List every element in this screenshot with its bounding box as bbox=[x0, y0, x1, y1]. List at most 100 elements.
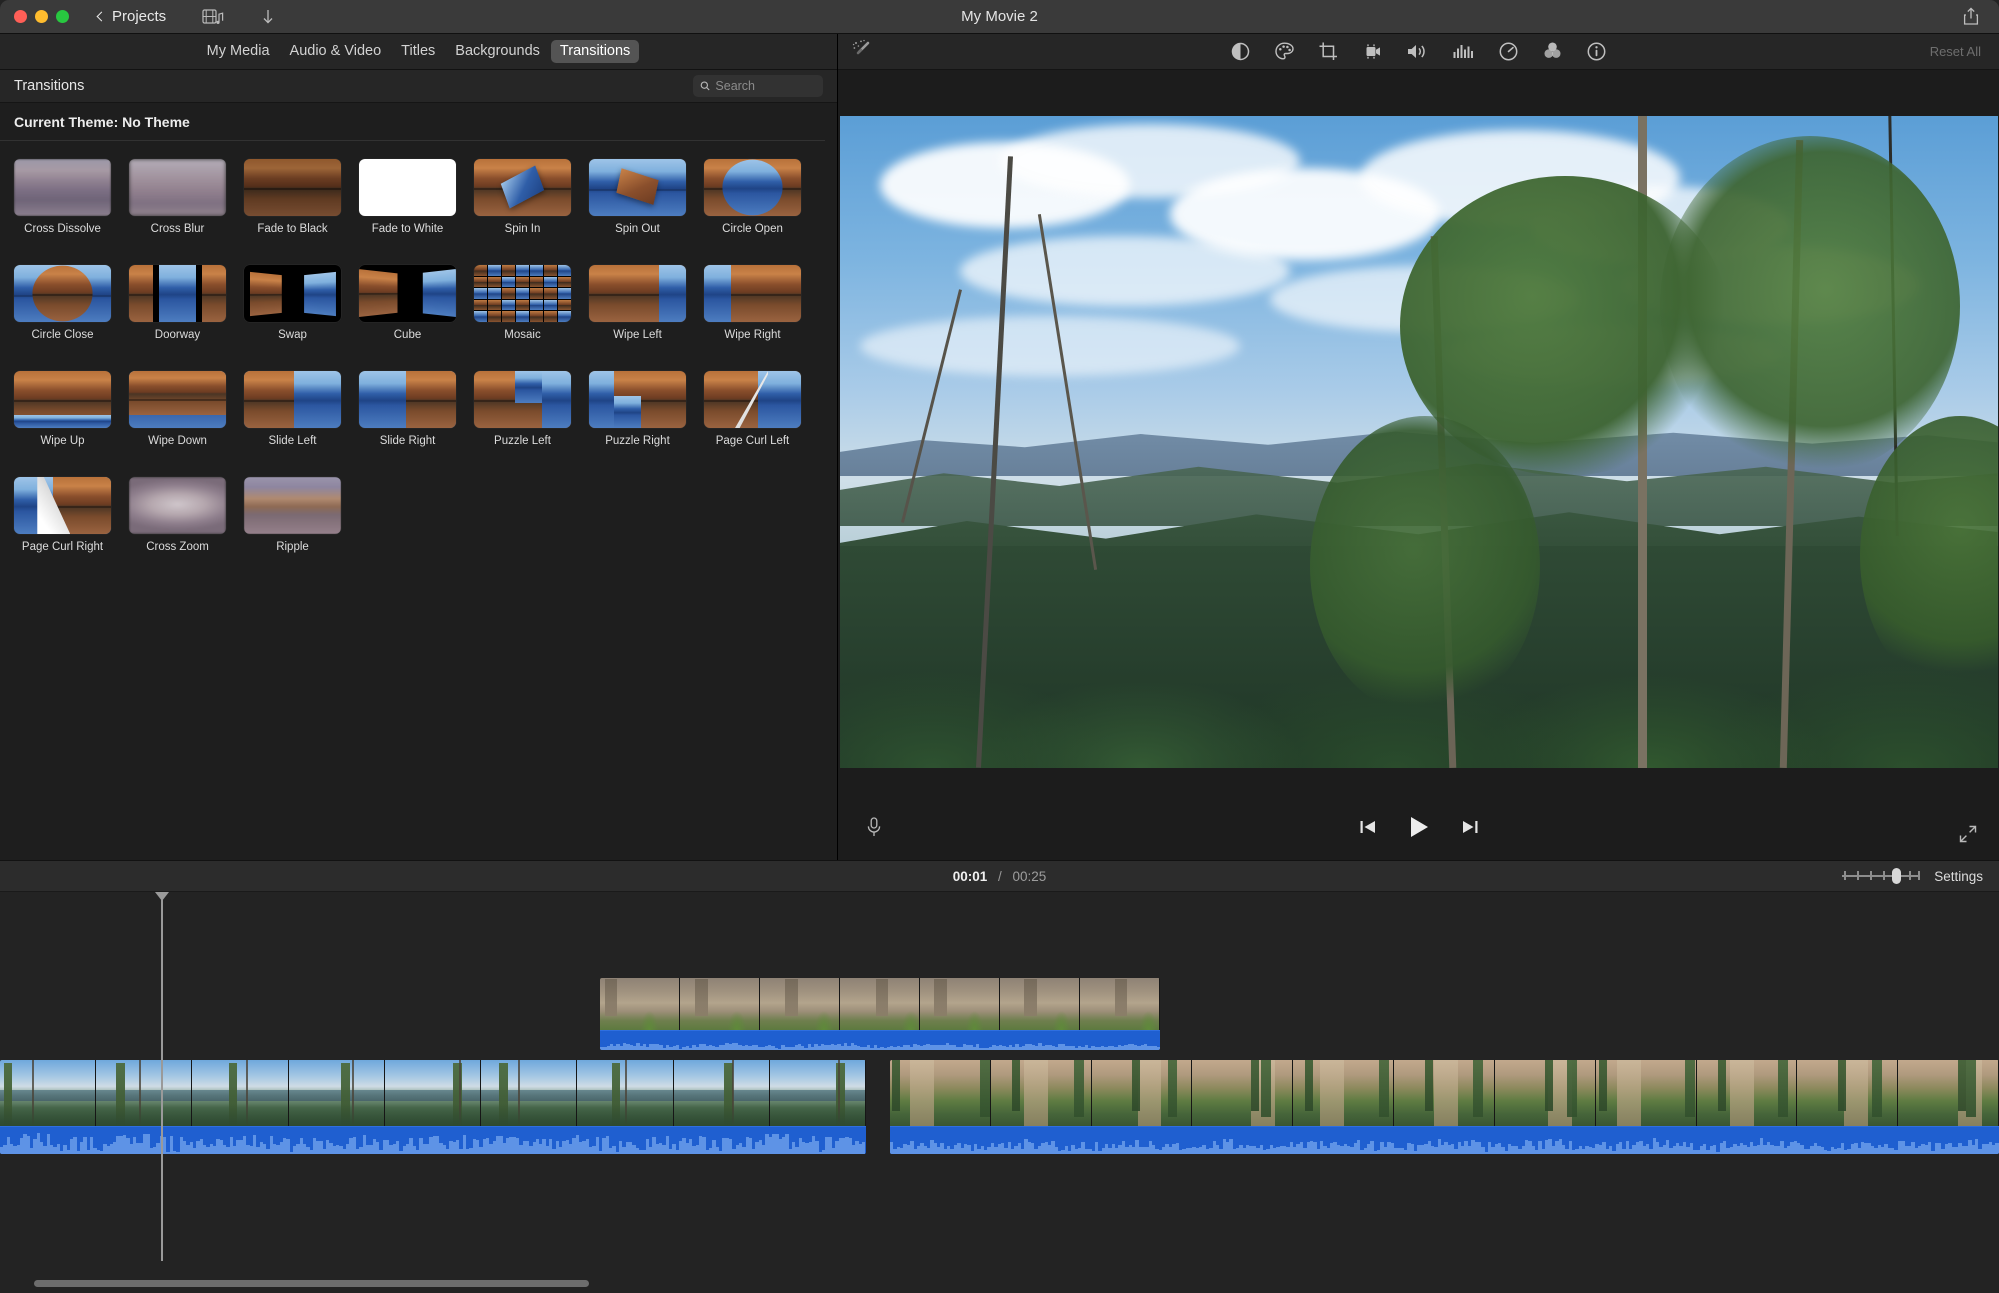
timeline-panel[interactable] bbox=[0, 892, 1999, 1293]
transition-thumbnail[interactable] bbox=[359, 371, 456, 428]
search-input[interactable] bbox=[715, 79, 816, 93]
transition-item-cube[interactable]: Cube bbox=[359, 265, 474, 341]
stabilization-icon[interactable] bbox=[1362, 41, 1383, 62]
scrollbar-thumb[interactable] bbox=[34, 1279, 589, 1287]
color-balance-icon[interactable] bbox=[1230, 41, 1251, 62]
transition-thumbnail[interactable] bbox=[704, 159, 801, 216]
transition-item-cross-zoom[interactable]: Cross Zoom bbox=[129, 477, 244, 553]
back-to-projects-button[interactable]: Projects bbox=[91, 5, 176, 29]
transition-item-puzzle-right[interactable]: Puzzle Right bbox=[589, 371, 704, 447]
transition-thumbnail[interactable] bbox=[14, 265, 111, 322]
transition-item-spin-out[interactable]: Spin Out bbox=[589, 159, 704, 235]
transition-thumbnail[interactable] bbox=[129, 265, 226, 322]
transition-item-circle-open[interactable]: Circle Open bbox=[704, 159, 819, 235]
transition-thumbnail[interactable] bbox=[474, 159, 571, 216]
play-icon[interactable] bbox=[1406, 814, 1432, 845]
transition-item-circle-close[interactable]: Circle Close bbox=[14, 265, 129, 341]
volume-icon[interactable] bbox=[1406, 41, 1429, 62]
transitions-grid: Cross Dissolve Cross Blur Fade to Black Fad… bbox=[0, 141, 837, 860]
clip-frame bbox=[1080, 978, 1160, 1030]
transition-thumbnail[interactable] bbox=[704, 265, 801, 322]
expand-icon[interactable] bbox=[1959, 825, 1977, 848]
transition-thumbnail[interactable] bbox=[589, 371, 686, 428]
import-download-icon[interactable] bbox=[260, 8, 276, 26]
skip-to-end-icon[interactable] bbox=[1460, 817, 1480, 842]
transition-thumbnail[interactable] bbox=[474, 371, 571, 428]
tab-backgrounds[interactable]: Backgrounds bbox=[446, 40, 549, 63]
tab-my-media[interactable]: My Media bbox=[198, 40, 279, 63]
transition-thumbnail[interactable] bbox=[244, 159, 341, 216]
transition-label: Circle Close bbox=[31, 329, 94, 341]
clip-frame bbox=[1293, 1060, 1395, 1126]
transition-item-spin-in[interactable]: Spin In bbox=[474, 159, 589, 235]
transition-item-page-curl-right[interactable]: Page Curl Right bbox=[14, 477, 129, 553]
transition-thumbnail[interactable] bbox=[14, 159, 111, 216]
transition-thumbnail[interactable] bbox=[244, 371, 341, 428]
color-correction-icon[interactable] bbox=[1274, 41, 1295, 62]
magic-wand-icon[interactable] bbox=[852, 39, 872, 64]
transition-thumbnail[interactable] bbox=[14, 371, 111, 428]
transition-item-wipe-left[interactable]: Wipe Left bbox=[589, 265, 704, 341]
speed-icon[interactable] bbox=[1498, 41, 1519, 62]
storyline-clip-forest-path[interactable] bbox=[890, 1060, 1999, 1154]
timeline-horizontal-scrollbar[interactable] bbox=[0, 1273, 1999, 1293]
transition-thumbnail[interactable] bbox=[129, 159, 226, 216]
minimize-button[interactable] bbox=[35, 10, 48, 23]
clip-frame bbox=[1091, 1060, 1193, 1126]
media-music-icon[interactable] bbox=[202, 8, 224, 26]
playhead[interactable] bbox=[156, 892, 167, 1261]
transition-item-wipe-down[interactable]: Wipe Down bbox=[129, 371, 244, 447]
tab-transitions[interactable]: Transitions bbox=[550, 40, 640, 63]
current-time: 00:01 bbox=[952, 868, 988, 884]
transition-item-fade-to-black[interactable]: Fade to Black bbox=[244, 159, 359, 235]
microphone-icon[interactable] bbox=[865, 816, 883, 843]
transition-item-puzzle-left[interactable]: Puzzle Left bbox=[474, 371, 589, 447]
filters-icon[interactable] bbox=[1542, 41, 1563, 62]
transition-item-cross-dissolve[interactable]: Cross Dissolve bbox=[14, 159, 129, 235]
clip-frame bbox=[1192, 1060, 1294, 1126]
transition-thumbnail[interactable] bbox=[589, 159, 686, 216]
transition-item-mosaic[interactable]: Mosaic bbox=[474, 265, 589, 341]
transition-thumbnail[interactable] bbox=[704, 371, 801, 428]
transition-thumbnail[interactable] bbox=[359, 159, 456, 216]
timeline-zoom-slider[interactable] bbox=[1842, 868, 1921, 884]
transition-item-slide-right[interactable]: Slide Right bbox=[359, 371, 474, 447]
transition-item-page-curl-left[interactable]: Page Curl Left bbox=[704, 371, 819, 447]
viewer-toolbar: Reset All bbox=[838, 34, 1999, 70]
crop-icon[interactable] bbox=[1318, 41, 1339, 62]
current-theme-row: Current Theme: No Theme bbox=[0, 103, 825, 141]
settings-button[interactable]: Settings bbox=[1934, 869, 1983, 884]
close-button[interactable] bbox=[14, 10, 27, 23]
transition-thumbnail[interactable] bbox=[129, 477, 226, 534]
transition-thumbnail[interactable] bbox=[244, 265, 341, 322]
transition-thumbnail[interactable] bbox=[244, 477, 341, 534]
transition-thumbnail[interactable] bbox=[589, 265, 686, 322]
transition-thumbnail[interactable] bbox=[129, 371, 226, 428]
search-field[interactable] bbox=[693, 75, 823, 97]
preview-canvas[interactable] bbox=[839, 116, 1998, 768]
zoom-slider-knob[interactable] bbox=[1891, 868, 1901, 884]
clip-frame bbox=[990, 1060, 1092, 1126]
skip-to-start-icon[interactable] bbox=[1358, 817, 1378, 842]
connected-clip-dirt-track[interactable] bbox=[600, 978, 1160, 1050]
tab-titles[interactable]: Titles bbox=[392, 40, 444, 63]
transition-item-swap[interactable]: Swap bbox=[244, 265, 359, 341]
info-icon[interactable] bbox=[1586, 41, 1607, 62]
share-icon[interactable] bbox=[1963, 7, 1979, 31]
equalizer-icon[interactable] bbox=[1452, 41, 1475, 62]
transition-item-wipe-up[interactable]: Wipe Up bbox=[14, 371, 129, 447]
transition-item-doorway[interactable]: Doorway bbox=[129, 265, 244, 341]
reset-all-button[interactable]: Reset All bbox=[1930, 44, 1981, 59]
transition-item-fade-to-white[interactable]: Fade to White bbox=[359, 159, 474, 235]
transition-item-cross-blur[interactable]: Cross Blur bbox=[129, 159, 244, 235]
transition-item-ripple[interactable]: Ripple bbox=[244, 477, 359, 553]
transition-item-wipe-right[interactable]: Wipe Right bbox=[704, 265, 819, 341]
transition-thumbnail[interactable] bbox=[359, 265, 456, 322]
transition-thumbnail[interactable] bbox=[474, 265, 571, 322]
tab-audio-video[interactable]: Audio & Video bbox=[281, 40, 391, 63]
transition-item-slide-left[interactable]: Slide Left bbox=[244, 371, 359, 447]
storyline-clip-forest-ridge[interactable] bbox=[0, 1060, 866, 1154]
maximize-button[interactable] bbox=[56, 10, 69, 23]
zoom-tick bbox=[1844, 871, 1846, 880]
transition-thumbnail[interactable] bbox=[14, 477, 111, 534]
